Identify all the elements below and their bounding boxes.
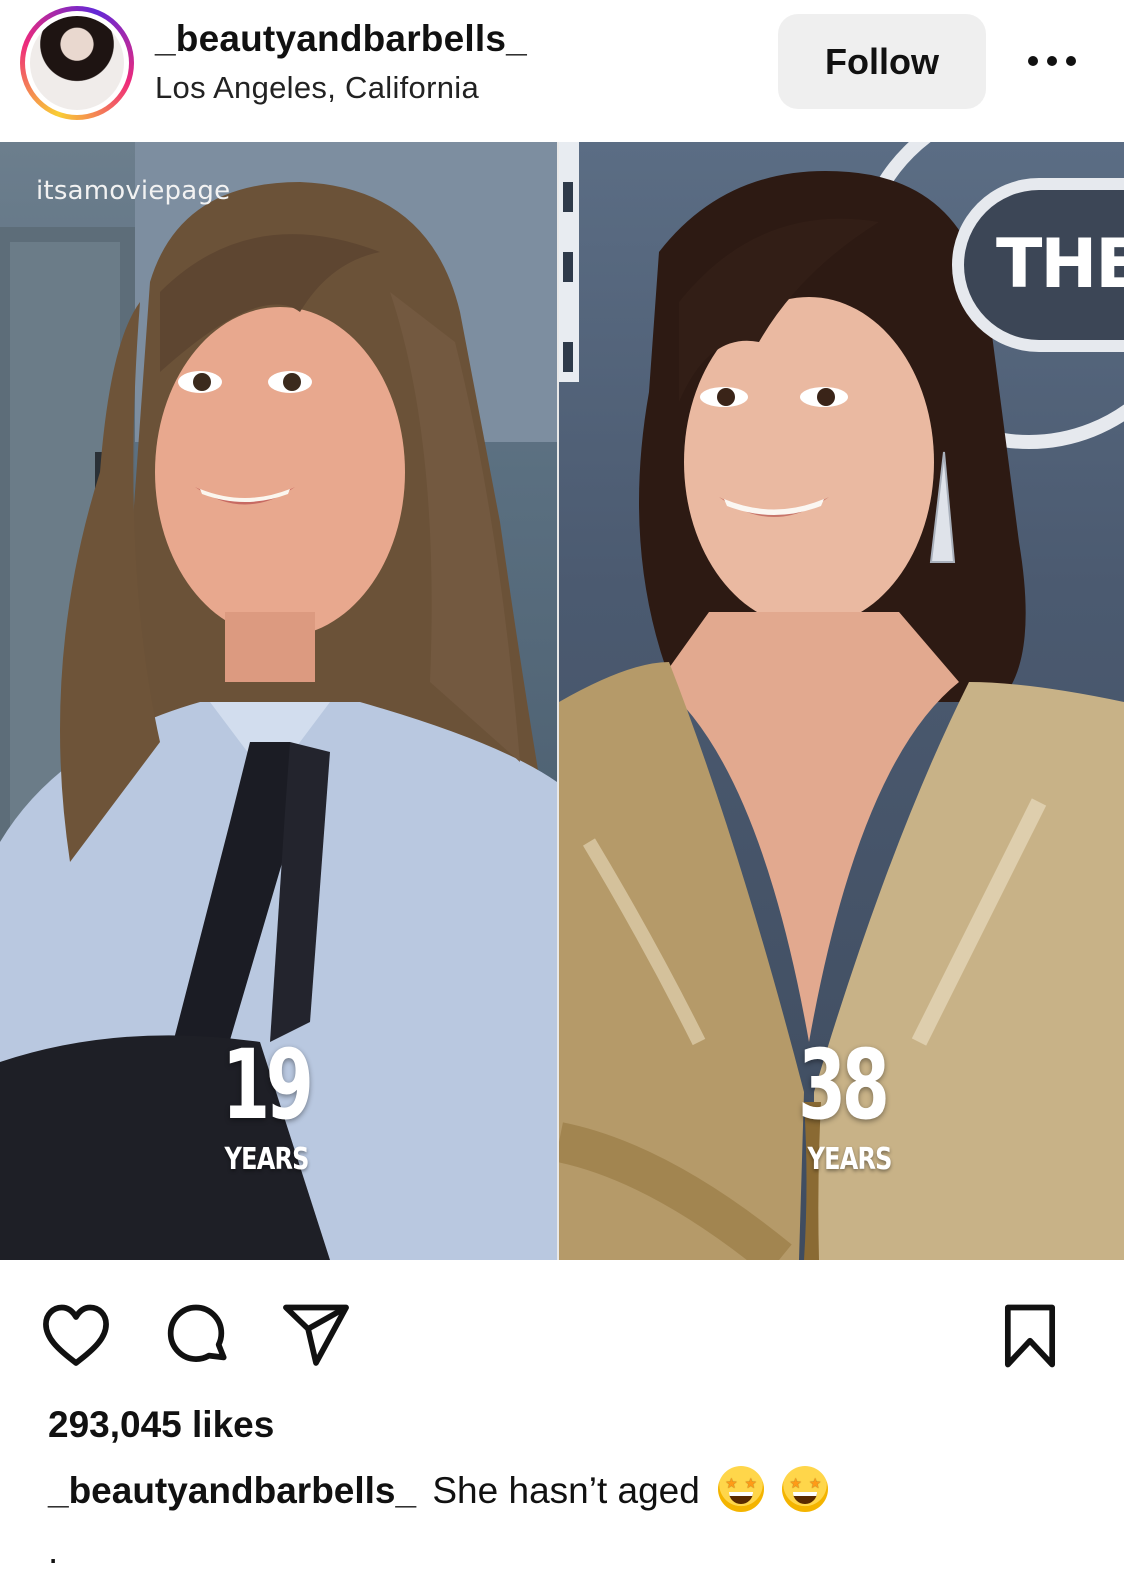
age-unit-left: YEARS <box>224 1142 310 1177</box>
likes-count[interactable]: 293,045 likes <box>48 1404 274 1446</box>
more-options-icon[interactable] <box>1012 38 1092 84</box>
comment-icon[interactable] <box>158 1298 234 1374</box>
action-bar <box>0 1260 1124 1390</box>
dot <box>1066 56 1076 66</box>
follow-button[interactable]: Follow <box>778 14 986 109</box>
star-struck-emoji <box>718 1466 765 1513</box>
age-number-left: 19 <box>222 1029 314 1141</box>
left-photo-panel: itsamoviepage 19 YEARS <box>0 142 557 1260</box>
avatar-frame <box>25 11 129 115</box>
caption-text: She hasn’t aged <box>432 1470 700 1511</box>
heart-icon[interactable] <box>38 1298 114 1374</box>
bookmark-icon[interactable] <box>992 1298 1068 1374</box>
caption: _beautyandbarbells_ She hasn’t aged <box>48 1466 829 1516</box>
post-image[interactable]: itsamoviepage 19 YEARS THE 38 YEARS <box>0 142 1124 1260</box>
location-link[interactable]: Los Angeles, California <box>155 70 479 106</box>
avatar[interactable] <box>20 6 134 120</box>
caption-username[interactable]: _beautyandbarbells_ <box>48 1470 416 1511</box>
dot <box>1028 56 1038 66</box>
caption-trailing-dot: . <box>48 1530 59 1571</box>
watermark-text: itsamoviepage <box>36 176 231 206</box>
avatar-image <box>30 16 124 110</box>
star-struck-emoji <box>782 1466 829 1513</box>
dot <box>1047 56 1057 66</box>
age-number-right: 38 <box>798 1029 890 1141</box>
share-icon[interactable] <box>278 1298 354 1374</box>
backdrop-logo-text: THE <box>964 190 1124 340</box>
post-header: _beautyandbarbells_ Los Angeles, Califor… <box>0 0 1124 142</box>
username[interactable]: _beautyandbarbells_ <box>155 18 527 60</box>
right-photo-panel: THE 38 YEARS <box>559 142 1124 1260</box>
age-unit-right: YEARS <box>807 1142 893 1177</box>
